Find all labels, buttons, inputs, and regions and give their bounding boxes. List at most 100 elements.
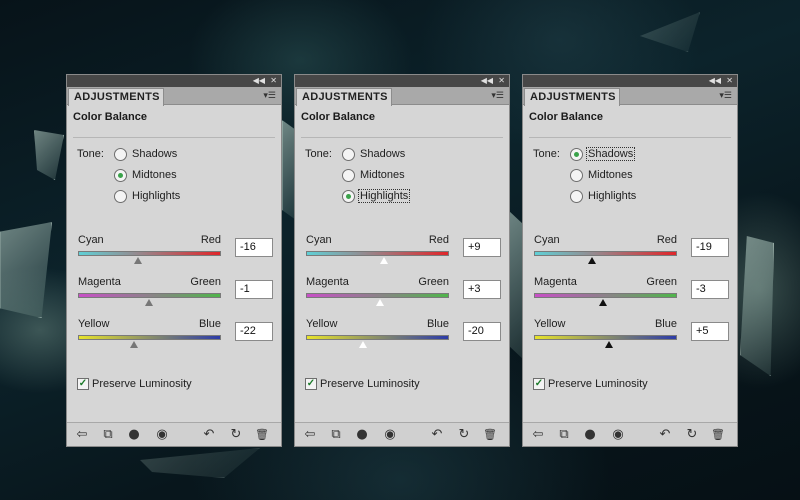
tab-adjustments[interactable]: ADJUSTMENTS [524,88,620,106]
divider [73,137,275,138]
collapse-icon[interactable]: ◀◀ [709,76,721,86]
radio-button[interactable] [114,168,127,182]
tone-shadows-radio[interactable]: Shadows [114,147,179,161]
tone-option-label: Midtones [360,169,405,181]
tone-midtones-radio[interactable]: Midtones [114,168,179,182]
panel-title-bar[interactable]: ◀◀ ✕ [67,75,281,87]
slider-thumb[interactable] [144,299,153,306]
previous-state-icon[interactable]: ↶ [200,426,218,444]
yellow-blue-value-input[interactable]: -22 [235,322,273,341]
slider-thumb[interactable] [605,341,614,348]
magenta-green-slider-track[interactable] [78,293,221,298]
magenta-green-value-input[interactable]: -1 [235,280,273,299]
checkbox-box[interactable]: ✓ [77,378,89,390]
radio-button[interactable] [570,168,583,182]
cyan-red-slider-track[interactable] [78,251,221,256]
eye-icon[interactable]: ◉ [381,426,399,444]
previous-state-icon[interactable]: ↶ [656,426,674,444]
yellow-blue-value-input[interactable]: +5 [691,322,729,341]
tab-adjustments[interactable]: ADJUSTMENTS [296,88,392,106]
panel-menu-icon[interactable]: ▾☰ [491,91,504,100]
slider-thumb[interactable] [587,257,596,264]
tone-label: Tone: [305,148,332,160]
reset-icon[interactable]: ↻ [227,426,245,444]
eye-icon[interactable]: ◉ [609,426,627,444]
yellow-blue-slider-track[interactable] [534,335,677,340]
checkbox-box[interactable]: ✓ [305,378,317,390]
close-icon[interactable]: ✕ [270,76,277,86]
cyan-red-value-input[interactable]: -16 [235,238,273,257]
tone-option-label: Midtones [132,169,177,181]
tone-highlights-radio[interactable]: Highlights [570,189,638,203]
collapse-icon[interactable]: ◀◀ [253,76,265,86]
preserve-luminosity-checkbox[interactable]: ✓ Preserve Luminosity [77,378,192,390]
radio-button[interactable] [114,147,127,161]
clip-to-layer-icon[interactable]: ⧉ [99,426,117,444]
reset-icon[interactable]: ↻ [683,426,701,444]
close-icon[interactable]: ✕ [726,76,733,86]
slider-thumb[interactable] [375,299,384,306]
slider-thumb[interactable] [599,299,608,306]
slider-left-label: Cyan [78,234,104,246]
magenta-green-slider-track[interactable] [306,293,449,298]
back-arrow-icon[interactable]: ⇦ [301,426,319,444]
eye-icon[interactable]: ◉ [153,426,171,444]
tab-adjustments[interactable]: ADJUSTMENTS [68,88,164,106]
layer-visibility-dot-icon[interactable]: ● [581,426,599,444]
checkbox-box[interactable]: ✓ [533,378,545,390]
magenta-green-value-input[interactable]: -3 [691,280,729,299]
tone-highlights-radio[interactable]: Highlights [114,189,182,203]
panel-title-bar[interactable]: ◀◀ ✕ [295,75,509,87]
preserve-luminosity-checkbox[interactable]: ✓ Preserve Luminosity [533,378,648,390]
slider-thumb[interactable] [359,341,368,348]
slider-thumb[interactable] [379,257,388,264]
trash-icon[interactable]: 🗑 [481,426,499,444]
radio-button[interactable] [570,189,583,203]
magenta-green-value-input[interactable]: +3 [463,280,501,299]
close-icon[interactable]: ✕ [498,76,505,86]
tone-shadows-radio[interactable]: Shadows [570,147,636,161]
cyan-red-value-input[interactable]: -19 [691,238,729,257]
panel-menu-icon[interactable]: ▾☰ [719,91,732,100]
tone-midtones-radio[interactable]: Midtones [342,168,407,182]
slider-right-label: Green [190,276,221,288]
tone-option-label: Shadows [360,148,406,160]
trash-icon[interactable]: 🗑 [253,426,271,444]
radio-button[interactable] [342,147,355,161]
tone-highlights-radio[interactable]: Highlights [342,189,411,203]
cyan-red-slider-track[interactable] [534,251,677,256]
layer-visibility-dot-icon[interactable]: ● [353,426,371,444]
tone-shadows-radio[interactable]: Shadows [342,147,407,161]
slider-left-label: Cyan [306,234,332,246]
yellow-blue-value-input[interactable]: -20 [463,322,501,341]
back-arrow-icon[interactable]: ⇦ [73,426,91,444]
tone-midtones-radio[interactable]: Midtones [570,168,635,182]
radio-button[interactable] [342,189,355,203]
trash-icon[interactable]: 🗑 [709,426,727,444]
previous-state-icon[interactable]: ↶ [428,426,446,444]
tone-option-label: Shadows [132,148,178,160]
reset-icon[interactable]: ↻ [455,426,473,444]
layer-visibility-dot-icon[interactable]: ● [125,426,143,444]
slider-thumb[interactable] [134,257,143,264]
slider-thumb[interactable] [129,341,138,348]
clip-to-layer-icon[interactable]: ⧉ [555,426,573,444]
radio-button[interactable] [570,147,583,161]
divider [301,137,503,138]
collapse-icon[interactable]: ◀◀ [481,76,493,86]
yellow-blue-slider-track[interactable] [306,335,449,340]
radio-button[interactable] [114,189,127,203]
panel-title-bar[interactable]: ◀◀ ✕ [523,75,737,87]
panel-title: Color Balance [73,111,147,123]
preserve-luminosity-checkbox[interactable]: ✓ Preserve Luminosity [305,378,420,390]
back-arrow-icon[interactable]: ⇦ [529,426,547,444]
magenta-green-slider-track[interactable] [534,293,677,298]
yellow-blue-slider-track[interactable] [78,335,221,340]
cyan-red-slider-track[interactable] [306,251,449,256]
clip-to-layer-icon[interactable]: ⧉ [327,426,345,444]
panel-menu-icon[interactable]: ▾☰ [263,91,276,100]
radio-button[interactable] [342,168,355,182]
slider-right-label: Green [646,276,677,288]
cyan-red-value-input[interactable]: +9 [463,238,501,257]
slider-left-label: Magenta [306,276,349,288]
